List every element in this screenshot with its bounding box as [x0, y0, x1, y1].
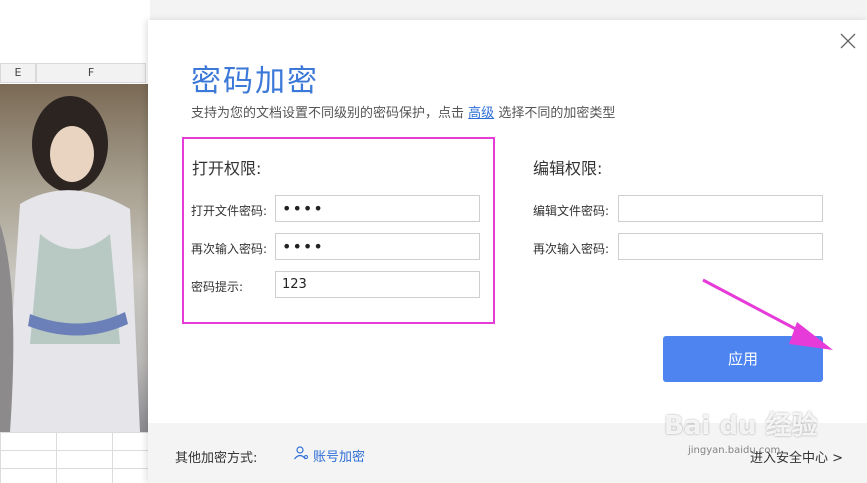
open-permission-title: 打开权限:: [192, 159, 262, 178]
password-hint-input[interactable]: 123: [275, 271, 480, 298]
open-confirm-input[interactable]: ••••: [275, 233, 480, 260]
edit-confirm-input[interactable]: [618, 233, 823, 260]
dialog-footer: 其他加密方式: 账号加密 进入安全中心 >: [148, 423, 867, 483]
user-icon: [293, 445, 309, 465]
dialog-title: 密码加密: [191, 64, 319, 99]
open-confirm-label: 再次输入密码:: [191, 242, 268, 256]
edit-permission-title: 编辑权限:: [533, 159, 603, 178]
edit-password-label: 编辑文件密码:: [533, 204, 610, 218]
close-icon[interactable]: [839, 32, 857, 50]
sheet-grid: [0, 432, 150, 483]
account-encryption-link[interactable]: 账号加密: [293, 445, 365, 465]
open-password-input[interactable]: ••••: [275, 195, 480, 222]
edit-confirm-label: 再次输入密码:: [533, 242, 610, 256]
advanced-link[interactable]: 高级: [468, 106, 494, 121]
apply-button[interactable]: 应用: [663, 336, 823, 382]
password-encryption-dialog: 密码加密 支持为您的文档设置不同级别的密码保护，点击 高级 选择不同的加密类型 …: [148, 20, 867, 483]
embedded-picture[interactable]: [0, 84, 148, 432]
subtitle-text-after: 选择不同的加密类型: [498, 106, 616, 121]
security-center-link[interactable]: 进入安全中心 >: [750, 447, 843, 466]
edit-password-input[interactable]: [618, 195, 823, 222]
account-encryption-label: 账号加密: [313, 449, 366, 465]
column-header-e[interactable]: E: [0, 63, 36, 83]
spreadsheet-background: E F: [0, 0, 150, 483]
column-header-f[interactable]: F: [36, 63, 146, 83]
password-hint-label: 密码提示:: [191, 280, 244, 294]
open-password-label: 打开文件密码:: [191, 204, 268, 218]
other-methods-label: 其他加密方式:: [175, 451, 258, 466]
dialog-subtitle: 支持为您的文档设置不同级别的密码保护，点击 高级 选择不同的加密类型: [191, 102, 615, 121]
subtitle-text-before: 支持为您的文档设置不同级别的密码保护，点击: [191, 106, 465, 121]
